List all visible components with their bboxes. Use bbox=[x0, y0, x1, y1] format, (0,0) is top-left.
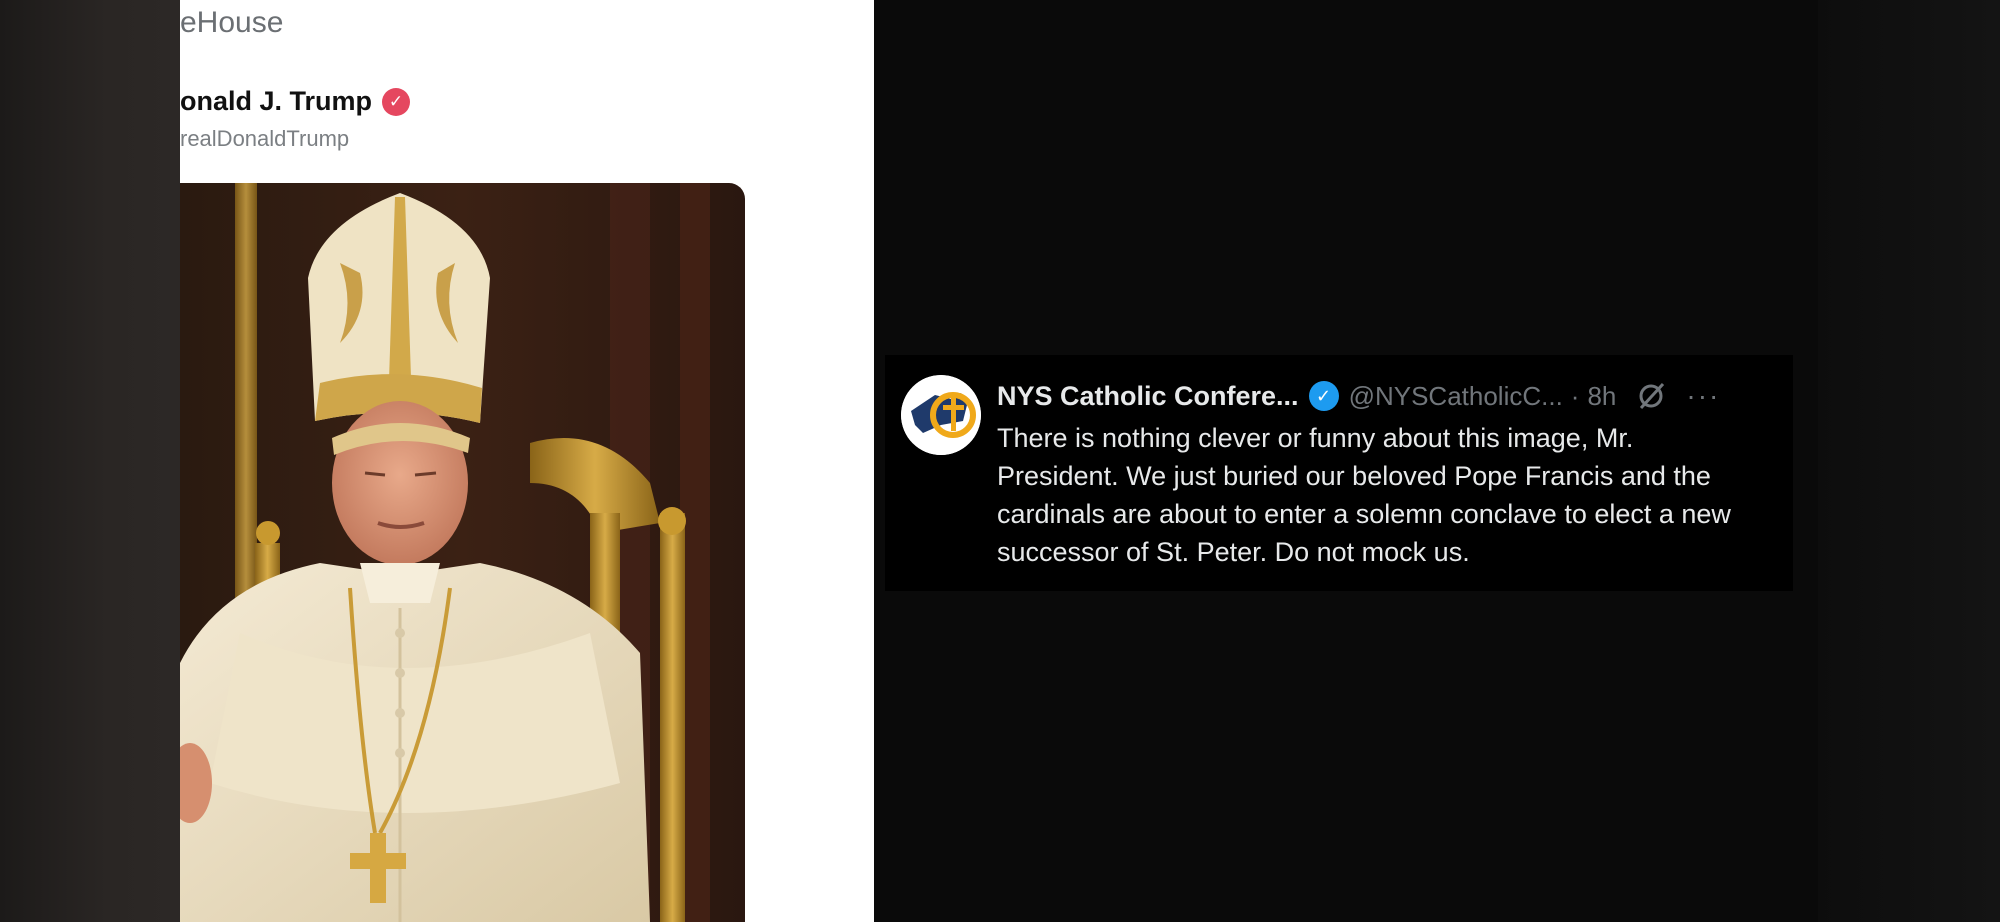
nys-catholic-avatar[interactable] bbox=[901, 375, 981, 455]
handle[interactable]: @NYSCatholicC... bbox=[1349, 381, 1563, 412]
author-name: onald J. Trump bbox=[180, 86, 373, 116]
author-handle: realDonaldTrump bbox=[180, 126, 350, 151]
separator: · bbox=[1570, 380, 1580, 411]
account-label: eHouse bbox=[180, 6, 284, 39]
more-options-icon[interactable]: ··· bbox=[1686, 380, 1720, 412]
truth-social-post-panel: eHouse onald J. Trump ✓ realDonaldTrump bbox=[180, 0, 874, 922]
display-name[interactable]: NYS Catholic Confere... bbox=[997, 381, 1299, 412]
post-image[interactable] bbox=[180, 183, 745, 922]
right-background-strip bbox=[1818, 0, 2000, 922]
verified-badge-icon: ✓ bbox=[1308, 381, 1339, 411]
tweet-body-text: There is nothing clever or funny about t… bbox=[997, 423, 1731, 567]
timestamp[interactable]: 8h bbox=[1587, 381, 1616, 412]
left-background-strip bbox=[0, 0, 180, 922]
tweet-header: NYS Catholic Confere... ✓ @NYSCatholicC.… bbox=[997, 377, 1783, 415]
post-author[interactable]: onald J. Trump ✓ bbox=[180, 86, 411, 117]
verified-badge-icon: ✓ bbox=[382, 87, 411, 116]
reply-tweet-card[interactable]: NYS Catholic Confere... ✓ @NYSCatholicC.… bbox=[885, 355, 1793, 591]
grok-icon[interactable] bbox=[1636, 381, 1666, 411]
